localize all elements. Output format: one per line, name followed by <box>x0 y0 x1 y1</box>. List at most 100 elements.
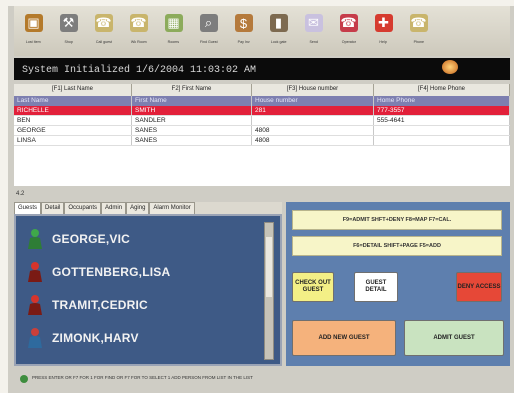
guest-list-item[interactable]: ZIMONK,HARV <box>26 323 139 353</box>
toolbar-label: Phone <box>413 39 424 44</box>
toolbar-label: Send <box>309 39 318 44</box>
tab-guests[interactable]: Guests <box>14 202 42 214</box>
toolbar-button-7[interactable]: ▮ Lock gate <box>265 14 292 54</box>
toolbar-button-1[interactable]: ⚒ Shop <box>55 14 82 54</box>
search-last-name[interactable]: [F1] Last Name <box>14 84 132 96</box>
footer-text: PRESS ENTER OR F7 FOR 1 FOR FIND OR F7 F… <box>32 375 253 380</box>
tab-alarm-monitor[interactable]: Alarm Monitor <box>149 202 195 214</box>
table-cell-house <box>252 116 374 125</box>
check-out-guest-button[interactable]: CHECK OUT GUEST <box>292 272 334 302</box>
toolbar-button-11[interactable]: ☎ Phone <box>405 14 432 54</box>
toolbar-label: Call guest <box>95 39 112 44</box>
toolbar-label: Operator <box>341 39 356 44</box>
toolbar-button-3[interactable]: ☎ Wk Room <box>125 14 152 54</box>
tab-occupants[interactable]: Occupants <box>64 202 102 214</box>
deny-access-button[interactable]: DENY ACCESS <box>456 272 502 302</box>
column-header[interactable]: House number <box>252 96 374 106</box>
search-home-phone[interactable]: [F4] Home Phone <box>374 84 510 96</box>
shortcut-hint-2: F6=DETAIL SHIFT+PAGE F5=ADD <box>292 236 502 256</box>
table-cell-first: SMITH <box>132 106 252 115</box>
table-header: Last Name First Name House number Home P… <box>14 96 510 106</box>
toolbar-label: Find Guest <box>199 39 218 44</box>
toolbar-button-2[interactable]: ☎ Call guest <box>90 14 117 54</box>
guest-list: GEORGE,VIC GOTTENBERG,LISA TRAMIT,CEDRIC ZI… <box>14 214 282 366</box>
system-status-bar: System Initialized 1/6/2004 11:03:02 AM <box>14 58 510 80</box>
toolbar-button-6[interactable]: $ Pay Inv <box>230 14 257 54</box>
add-new-guest-button[interactable]: ADD NEW GUEST <box>292 320 396 356</box>
table-row[interactable]: RICHELLE SMITH 281 777-3557 <box>14 106 510 116</box>
toolbar-label: Pay Inv <box>237 39 250 44</box>
table-cell-last: BEN <box>14 116 132 125</box>
guest-list-item[interactable]: GEORGE,VIC <box>26 224 130 254</box>
dollar-icon: $ <box>234 14 253 32</box>
action-panel: F9=ADMIT SHFT+DENY F8=MAP F7=CAL. F6=DET… <box>286 202 510 366</box>
person-green-icon <box>26 228 44 250</box>
tab-admin[interactable]: Admin <box>101 202 127 214</box>
mail-icon: ✉ <box>304 14 323 32</box>
search-first-name[interactable]: F2] First Name <box>132 84 252 96</box>
toolbar-label: Help <box>379 39 388 44</box>
phone-icon: ☎ <box>129 14 148 32</box>
guest-name: ZIMONK,HARV <box>52 331 139 345</box>
status-light-icon <box>20 375 28 383</box>
person-red-icon <box>26 294 44 316</box>
table-cell-phone: 777-3557 <box>374 106 510 115</box>
guest-list-item[interactable]: GOTTENBERG,LISA <box>26 257 170 287</box>
table-row[interactable]: LINSA SANES 4808 <box>14 136 510 146</box>
toolbar-button-9[interactable]: ☎ Operator <box>335 14 362 54</box>
guest-tabs: Guests Detail Occupants Admin Aging Alarm Mon… <box>14 202 282 214</box>
table-row[interactable]: BEN SANDLER 555-4641 <box>14 116 510 126</box>
scrollbar-thumb[interactable] <box>266 237 272 297</box>
tab-detail[interactable]: Detail <box>41 202 65 214</box>
person-mixed-icon <box>26 327 44 349</box>
guest-list-scrollbar[interactable] <box>264 222 274 360</box>
table-cell-phone <box>374 126 510 135</box>
guest-name: TRAMIT,CEDRIC <box>52 298 148 312</box>
search-house-number[interactable]: [F3] House number <box>252 84 374 96</box>
toolbar-label: Wk Room <box>130 39 147 44</box>
search-key-headers: [F1] Last Name F2] First Name [F3] House… <box>14 84 510 96</box>
toolbar-button-10[interactable]: ✚ Help <box>370 14 397 54</box>
table-cell-first: SANDLER <box>132 116 252 125</box>
toolbar-button-5[interactable]: ⌕ Find Guest <box>195 14 222 54</box>
tab-aging[interactable]: Aging <box>126 202 150 214</box>
guest-detail-button[interactable]: GUEST DETAIL <box>354 272 398 302</box>
person-red-icon <box>26 261 44 283</box>
status-text: System Initialized 1/6/2004 11:03:02 AM <box>22 65 257 76</box>
table-cell-phone <box>374 136 510 145</box>
table-row[interactable]: GEORGE SANES 4808 <box>14 126 510 136</box>
table-cell-house: 4808 <box>252 136 374 145</box>
phone-icon: ☎ <box>409 14 428 32</box>
wrench-icon: ⚒ <box>59 14 78 32</box>
toolbar-label: Rooms <box>167 39 180 44</box>
footer-status: PRESS ENTER OR F7 FOR 1 FOR FIND OR F7 F… <box>14 370 510 388</box>
table-cell-first: SANES <box>132 126 252 135</box>
grid-icon: ▦ <box>164 14 183 32</box>
guest-table: Last Name First Name House number Home P… <box>14 96 510 186</box>
guest-list-item[interactable]: TRAMIT,CEDRIC <box>26 290 148 320</box>
column-header[interactable]: First Name <box>132 96 252 106</box>
column-header[interactable]: Home Phone <box>374 96 510 106</box>
toolbar-label: Shop <box>64 39 73 44</box>
guest-name: GOTTENBERG,LISA <box>52 265 171 279</box>
table-cell-last: LINSA <box>14 136 132 145</box>
guest-name: GEORGE,VIC <box>52 232 131 246</box>
column-header[interactable]: Last Name <box>14 96 132 106</box>
toolbar-button-0[interactable]: ▣ Lost Item <box>20 14 47 54</box>
briefcase-icon: ▣ <box>24 14 43 32</box>
toolbar-button-4[interactable]: ▦ Rooms <box>160 14 187 54</box>
record-counter: 4.2 <box>16 191 25 197</box>
toolbar-label: Lost Item <box>26 39 41 44</box>
main-toolbar: ▣ Lost Item ⚒ Shop ☎ Call guest ☎ Wk Room ▦ Rooms… <box>14 6 510 56</box>
table-cell-house: 281 <box>252 106 374 115</box>
help-icon: ✚ <box>374 14 393 32</box>
table-cell-house: 4808 <box>252 126 374 135</box>
search-icon: ⌕ <box>199 14 218 32</box>
table-cell-last: RICHELLE <box>14 106 132 115</box>
toolbar-button-8[interactable]: ✉ Send <box>300 14 327 54</box>
table-cell-last: GEORGE <box>14 126 132 135</box>
table-cell-phone: 555-4641 <box>374 116 510 125</box>
toolbar-label: Lock gate <box>270 39 287 44</box>
table-cell-first: SANES <box>132 136 252 145</box>
admit-guest-button[interactable]: ADMIT GUEST <box>404 320 504 356</box>
